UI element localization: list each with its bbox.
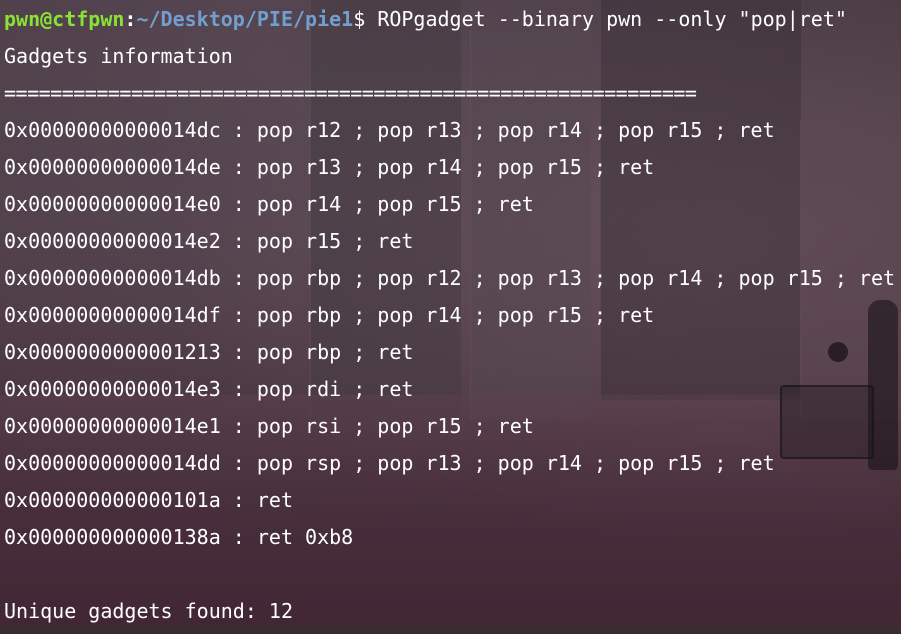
terminal-output[interactable]: pwn@ctfpwn:~/Desktop/PIE/pie1$ ROPgadget… [4,5,901,634]
command-prompt-line: pwn@ctfpwn:~/Desktop/PIE/pie1$ ROPgadget… [4,5,901,42]
prompt-path: ~/Desktop/PIE/pie1 [136,7,354,31]
output-summary: Unique gadgets found: 12 [4,599,293,623]
prompt-symbol: $ [353,7,366,31]
command-text: ROPgadget --binary pwn --only "pop|ret" [377,7,847,31]
gadget-line: 0x00000000000014df : pop rbp ; pop r14 ;… [4,303,655,327]
gadget-line: 0x00000000000014dd : pop rsp ; pop r13 ;… [4,451,775,475]
output-header: Gadgets information [4,44,233,68]
gadget-line: 0x000000000000101a : ret [4,488,293,512]
gadget-line: 0x00000000000014e2 : pop r15 ; ret [4,229,414,253]
gadget-line: 0x00000000000014dc : pop r12 ; pop r13 ;… [4,118,775,142]
gadget-line: 0x00000000000014e1 : pop rsi ; pop r15 ;… [4,414,534,438]
gadget-line: 0x00000000000014de : pop r13 ; pop r14 ;… [4,155,655,179]
prompt-separator: : [124,7,137,31]
gadget-line: 0x00000000000014e3 : pop rdi ; ret [4,377,414,401]
output-separator: ========================================… [4,81,697,105]
gadget-line: 0x000000000000138a : ret 0xb8 [4,525,354,549]
gadget-line: 0x0000000000001213 : pop rbp ; ret [4,340,414,364]
prompt-user: pwn@ctfpwn [4,7,125,31]
gadget-line: 0x00000000000014e0 : pop r14 ; pop r15 ;… [4,192,534,216]
gadget-line: 0x00000000000014db : pop rbp ; pop r12 ;… [4,266,896,290]
